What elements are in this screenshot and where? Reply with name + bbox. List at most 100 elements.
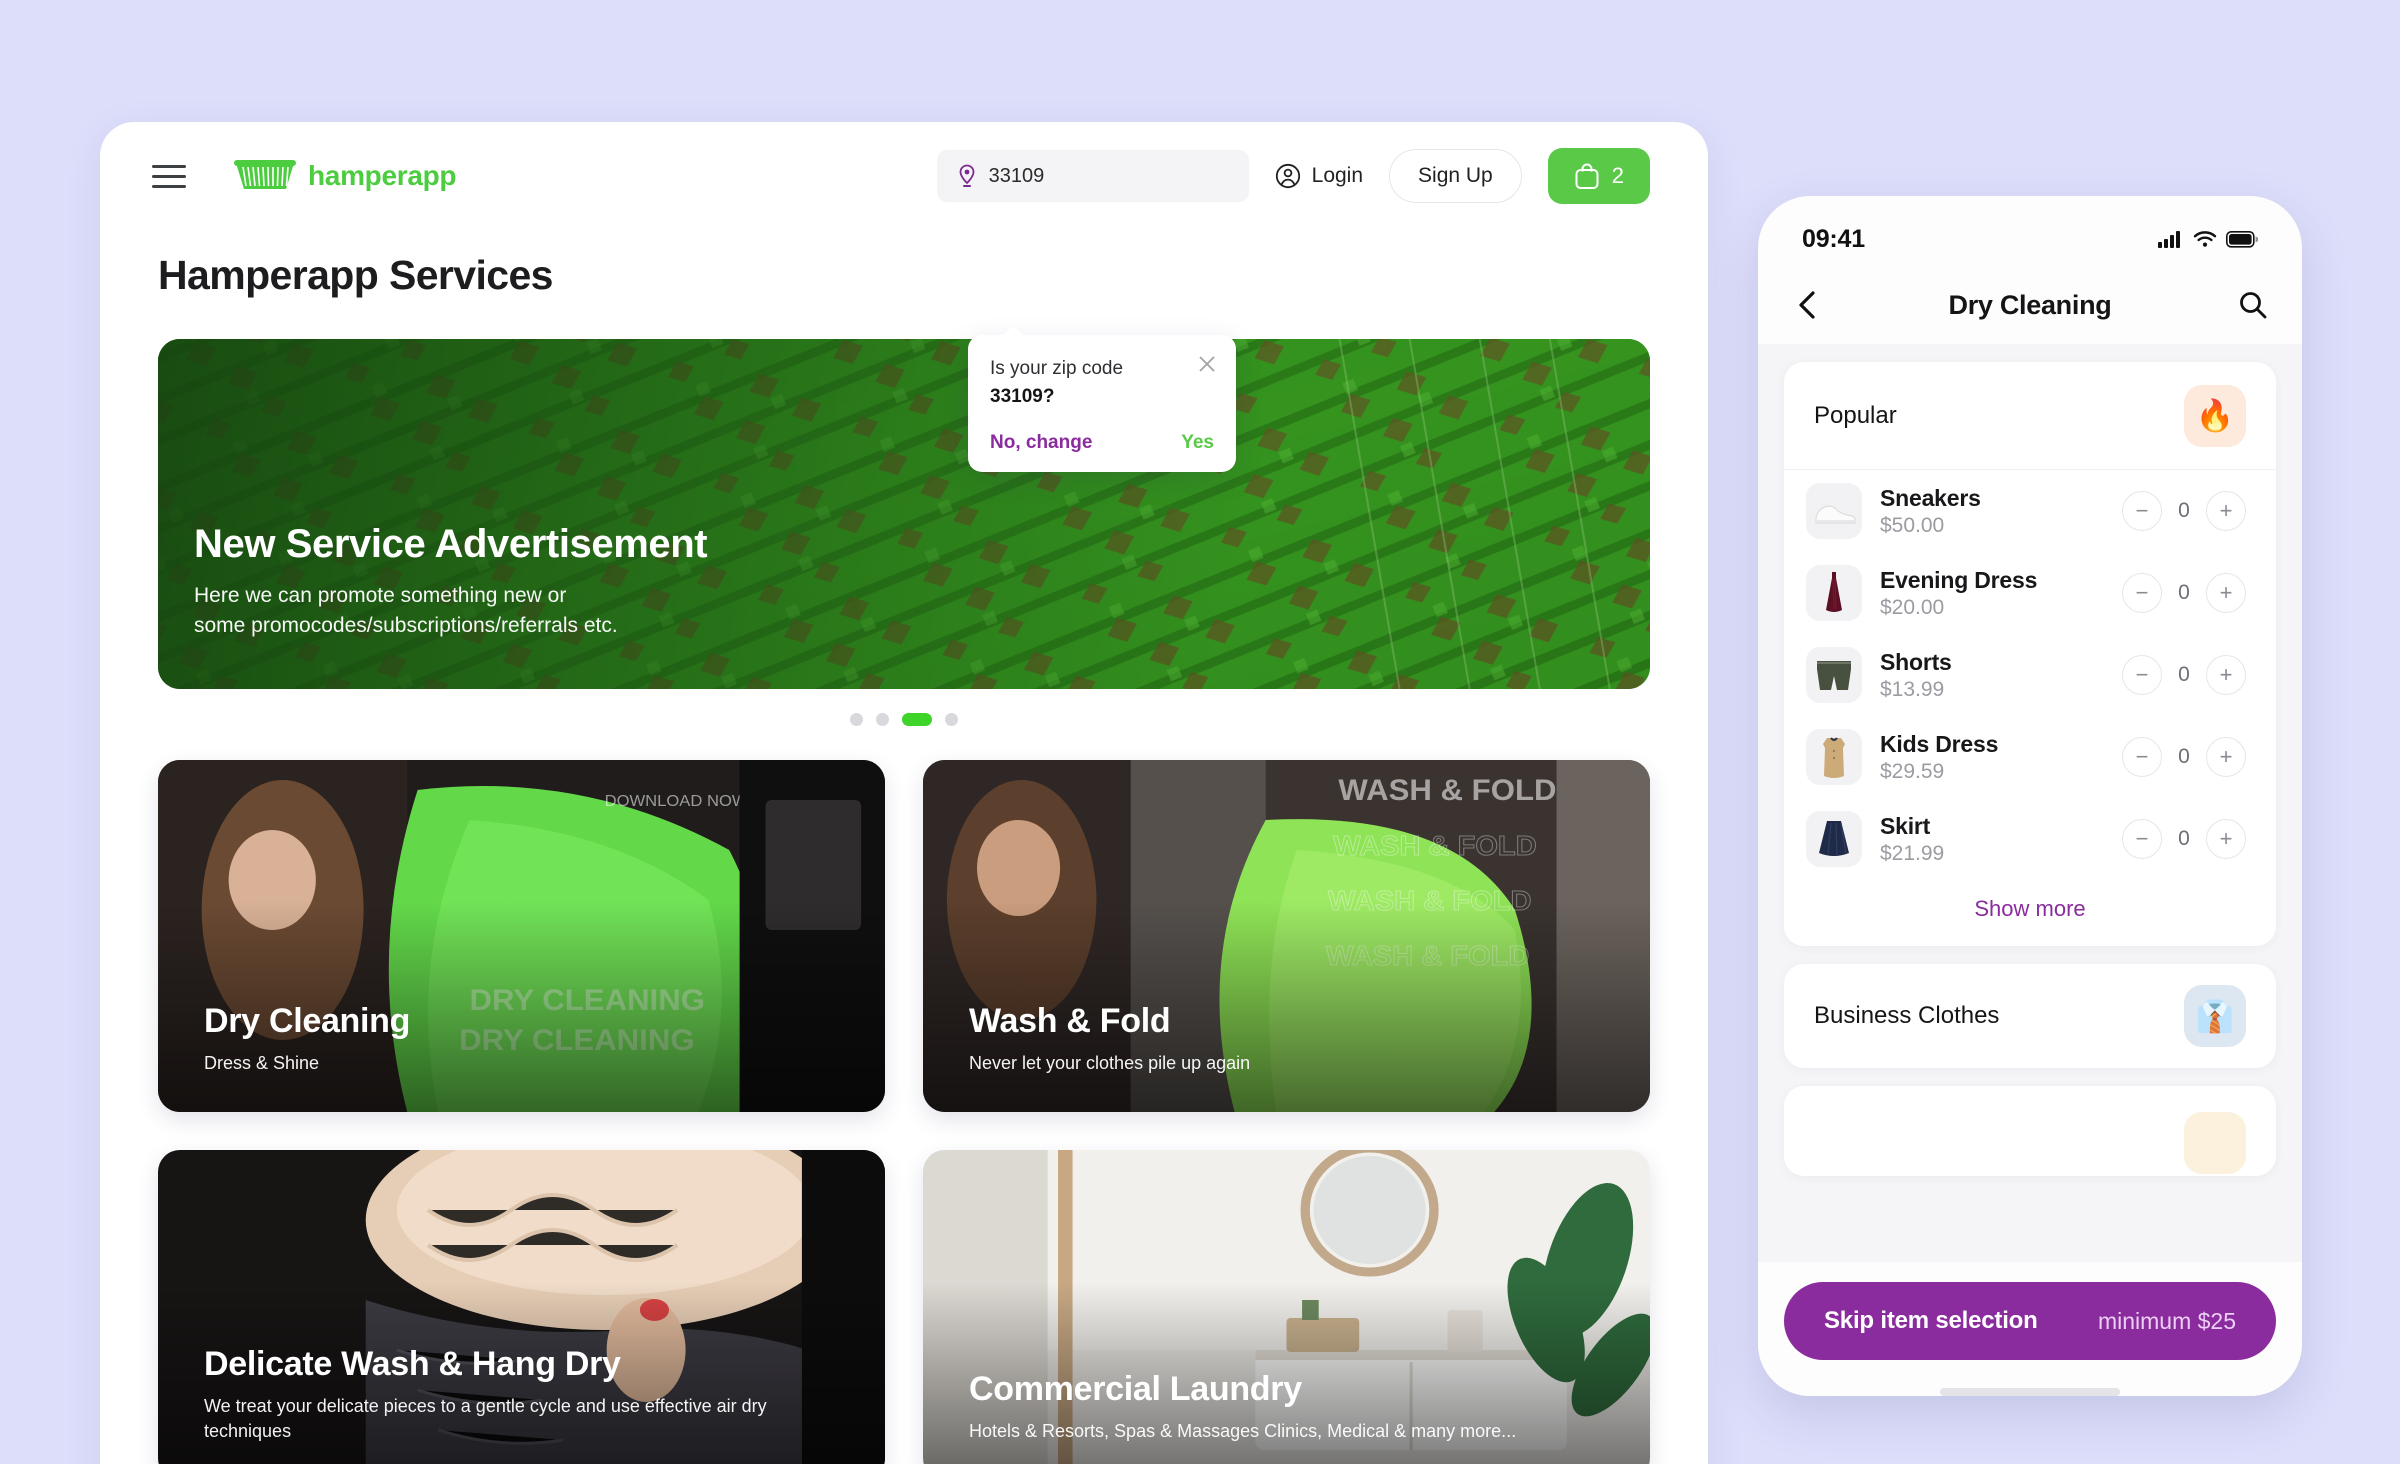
item-price: $21.99	[1880, 841, 1945, 865]
header-actions: 33109 Login Sign Up 2	[936, 148, 1650, 204]
brand-logo-text: hamperapp	[308, 160, 457, 191]
quantity-stepper: − 0 +	[2122, 737, 2246, 777]
service-card-delicate-wash[interactable]: Delicate Wash & Hang Dry We treat your d…	[158, 1150, 885, 1464]
carousel-dot-2[interactable]	[876, 713, 889, 726]
mobile-footer: Skip item selection minimum $25	[1758, 1262, 2302, 1396]
kids-dress-thumbnail	[1806, 729, 1862, 785]
quantity-stepper: − 0 +	[2122, 819, 2246, 859]
zip-confirm-popover: Is your zip code 33109? No, change Yes	[968, 325, 1236, 473]
zip-code-input[interactable]: 33109	[936, 150, 1249, 202]
laundry-basket-icon	[234, 159, 296, 193]
business-clothes-card[interactable]: Business Clothes 👔	[1784, 964, 2276, 1068]
page-root: hamperapp 33109 Login Sign Up 2 Hamperap…	[0, 0, 2400, 1464]
cellular-signal-icon	[2158, 231, 2180, 248]
service-subtitle: Never let your clothes pile up again	[969, 1053, 1251, 1074]
service-card-dry-cleaning[interactable]: DRY CLEANINGDRY CLEANING DOWNLOAD NOW Dr…	[158, 760, 885, 1112]
zip-change-button[interactable]: No, change	[990, 432, 1092, 454]
increment-button[interactable]: +	[2206, 819, 2246, 859]
status-indicators	[2158, 230, 2258, 248]
item-info: Sneakers $50.00	[1880, 485, 2104, 538]
decrement-button[interactable]: −	[2122, 655, 2162, 695]
hero-banner[interactable]: New Service Advertisement Here we can pr…	[158, 339, 1650, 689]
service-card-text: Commercial Laundry Hotels & Resorts, Spa…	[969, 1370, 1610, 1444]
item-price: $50.00	[1880, 513, 1945, 537]
quantity-value: 0	[2178, 745, 2190, 768]
signup-button[interactable]: Sign Up	[1389, 149, 1522, 203]
services-grid: DRY CLEANINGDRY CLEANING DOWNLOAD NOW Dr…	[100, 726, 1708, 1464]
item-name: Kids Dress	[1880, 730, 1999, 757]
item-price: $29.59	[1880, 759, 1945, 783]
service-title: Commercial Laundry	[969, 1370, 1302, 1409]
cart-button[interactable]: 2	[1547, 148, 1650, 204]
list-item[interactable]: Shorts $13.99 − 0 +	[1784, 634, 2276, 716]
service-subtitle: Hotels & Resorts, Spas & Massages Clinic…	[969, 1421, 1517, 1442]
item-name: Shorts	[1880, 648, 1952, 675]
decrement-button[interactable]: −	[2122, 737, 2162, 777]
mobile-content[interactable]: Popular 🔥 Sneakers $50.00 − 0 + Evening …	[1758, 344, 2302, 1262]
skip-button-label: Skip item selection	[1824, 1307, 2038, 1334]
service-card-wash-fold[interactable]: WASH & FOLD WASH & FOLD WASH & FOLD WASH…	[923, 760, 1650, 1112]
mobile-app-mockup: 09:41 Dry Cleaning Popular 🔥 Sneakers $5…	[1758, 196, 2302, 1396]
carousel-dot-4[interactable]	[945, 713, 958, 726]
decrement-button[interactable]: −	[2122, 573, 2162, 613]
zip-popover-actions: No, change Yes	[990, 432, 1214, 454]
next-category-card-partial[interactable]	[1784, 1086, 2276, 1176]
popular-category-header[interactable]: Popular 🔥	[1784, 362, 2276, 470]
wifi-icon	[2193, 231, 2217, 247]
user-circle-icon	[1275, 163, 1300, 189]
site-header: hamperapp 33109 Login Sign Up 2	[100, 122, 1708, 230]
zip-popover-question-line2: 33109?	[990, 385, 1055, 407]
hamburger-menu-icon[interactable]	[152, 164, 186, 188]
quantity-stepper: − 0 +	[2122, 573, 2246, 613]
item-info: Evening Dress $20.00	[1880, 567, 2104, 620]
item-name: Skirt	[1880, 812, 1931, 839]
skip-item-selection-button[interactable]: Skip item selection minimum $25	[1784, 1282, 2276, 1360]
zip-popover-question: Is your zip code 33109?	[990, 355, 1214, 410]
list-item[interactable]: Evening Dress $20.00 − 0 +	[1784, 552, 2276, 634]
skirt-thumbnail	[1806, 811, 1862, 867]
decrement-button[interactable]: −	[2122, 819, 2162, 859]
location-pin-icon	[959, 164, 975, 187]
quantity-value: 0	[2178, 499, 2190, 522]
carousel-dot-3-active[interactable]	[902, 713, 932, 726]
item-price: $13.99	[1880, 677, 1945, 701]
zip-confirm-button[interactable]: Yes	[1181, 432, 1214, 454]
decrement-button[interactable]: −	[2122, 491, 2162, 531]
quantity-value: 0	[2178, 827, 2190, 850]
desktop-browser-window: hamperapp 33109 Login Sign Up 2 Hamperap…	[100, 122, 1708, 1464]
login-button[interactable]: Login	[1275, 163, 1363, 189]
necktie-emoji-icon: 👔	[2184, 985, 2246, 1047]
battery-icon	[2226, 230, 2258, 248]
list-item[interactable]: Skirt $21.99 − 0 +	[1784, 798, 2276, 880]
quantity-value: 0	[2178, 581, 2190, 604]
page-title: Hamperapp Services	[158, 252, 553, 298]
item-info: Kids Dress $29.59	[1880, 731, 2104, 784]
increment-button[interactable]: +	[2206, 491, 2246, 531]
brand-logo[interactable]: hamperapp	[234, 159, 457, 193]
service-card-text: Wash & Fold Never let your clothes pile …	[969, 1002, 1610, 1076]
search-icon[interactable]	[2238, 290, 2268, 320]
minimum-amount-label: minimum $25	[2097, 1307, 2236, 1334]
zip-popover-question-line1: Is your zip code	[990, 358, 1124, 379]
show-more-button[interactable]: Show more	[1784, 880, 2276, 946]
service-card-text: Dry Cleaning Dress & Shine	[204, 1002, 845, 1076]
close-icon[interactable]	[1196, 353, 1218, 375]
status-time: 09:41	[1802, 224, 1865, 253]
hero-title: New Service Advertisement	[194, 522, 708, 567]
list-item[interactable]: Sneakers $50.00 − 0 +	[1784, 470, 2276, 552]
increment-button[interactable]: +	[2206, 737, 2246, 777]
increment-button[interactable]: +	[2206, 655, 2246, 695]
popular-label: Popular	[1814, 401, 1897, 429]
service-card-text: Delicate Wash & Hang Dry We treat your d…	[204, 1345, 845, 1444]
service-title: Wash & Fold	[969, 1002, 1171, 1041]
list-item[interactable]: Kids Dress $29.59 − 0 +	[1784, 716, 2276, 798]
item-name: Sneakers	[1880, 484, 1981, 511]
business-clothes-label: Business Clothes	[1814, 1002, 2000, 1029]
shorts-thumbnail	[1806, 647, 1862, 703]
back-chevron-icon[interactable]	[1792, 288, 1826, 322]
login-label: Login	[1311, 164, 1364, 187]
carousel-dots[interactable]	[100, 713, 1708, 726]
service-card-commercial-laundry[interactable]: Commercial Laundry Hotels & Resorts, Spa…	[923, 1150, 1650, 1464]
increment-button[interactable]: +	[2206, 573, 2246, 613]
carousel-dot-1[interactable]	[850, 713, 863, 726]
